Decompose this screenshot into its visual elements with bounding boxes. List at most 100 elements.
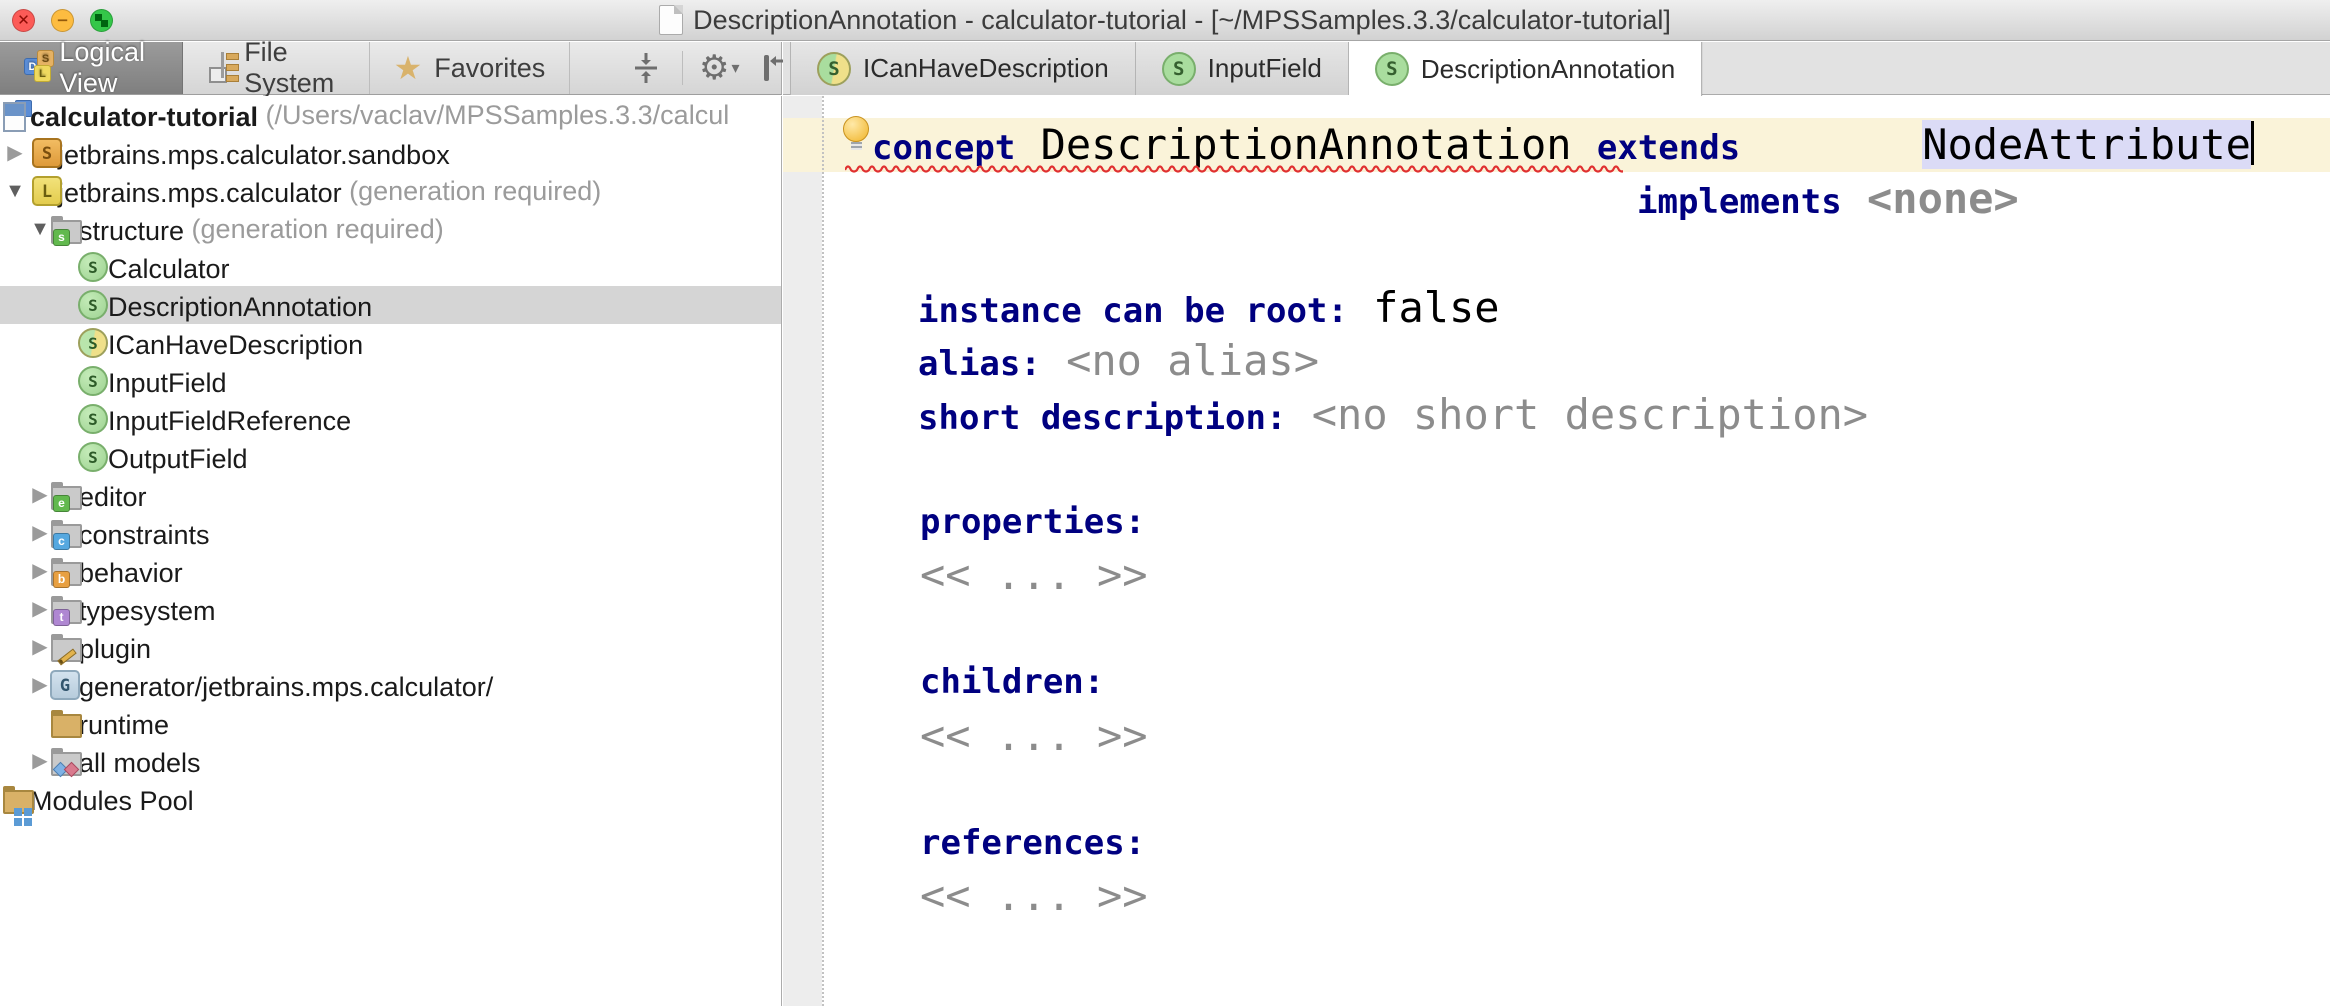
tree-row-inputfield[interactable]: SInputField [0,362,781,400]
editor-line-references[interactable]: references: [920,816,1145,877]
traffic-light-fullscreen[interactable] [90,9,113,32]
tree-row-label: ICanHaveDescription [108,330,363,360]
value-text: false [1348,283,1500,332]
tree-row-calculator[interactable]: SCalculator [0,248,781,286]
editor-tab-label: DescriptionAnnotation [1421,54,1675,85]
tree-row-editor[interactable]: ▶eeditor [0,476,781,514]
gutter-divider [822,96,824,1006]
keyword-text: short description: [918,398,1286,438]
view-tab-label: Favorites [434,53,545,84]
editor-pane[interactable]: concept DescriptionAnnotation extendsNod… [783,96,2330,1006]
toolbar-actions: ⚙ ▾ [624,42,795,94]
placeholder-text: << ... >> [920,871,1148,920]
placeholder-text: << ... >> [920,711,1148,760]
pencil-icon [57,648,76,665]
tree-row-descriptionannotation[interactable]: SDescriptionAnnotation [0,286,781,324]
tree-row-label: jetbrains.mps.calculator.sandbox [58,140,450,170]
window-titlebar: ✕− DescriptionAnnotation - calculator-tu… [0,0,2330,41]
tree-row-label: runtime [79,710,169,740]
folder-structure-icon: s [50,214,80,244]
tree-row-runtime[interactable]: runtime [0,704,781,742]
tree-row-suffix: (generation required) [342,176,602,206]
editor-line-properties[interactable]: properties: [920,495,1145,556]
tree-row-label: Modules Pool [30,786,194,816]
tree-row-typesystem[interactable]: ▶ttypesystem [0,590,781,628]
badge-folder-constraints: c [53,533,70,550]
traffic-light-minimize[interactable]: − [51,9,74,32]
keyword-text: children: [920,662,1104,702]
mps-ide-window: ✕− DescriptionAnnotation - calculator-tu… [0,0,2330,1006]
minimize-icon: − [52,10,73,31]
tree-row-behavior[interactable]: ▶bbehavior [0,552,781,590]
editor-tabstrip: ICanHaveDescription InputField Description… [783,42,2330,95]
tree-row-label: constraints [79,520,210,550]
tree-row-inputfieldreference[interactable]: SInputFieldReference [0,400,781,438]
view-tab-favorites[interactable]: ★ Favorites [370,42,571,94]
placeholder-text: << ... >> [920,550,1148,599]
expand-arrow-icon[interactable]: ▶ [2,134,28,172]
folder-runtime-icon [50,708,80,738]
settings-button[interactable]: ⚙ ▾ [697,48,741,88]
tree-row-jetbrains-mps-calculator-sandbox[interactable]: ▶Sjetbrains.mps.calculator.sandbox [0,134,781,172]
tree-row-plugin[interactable]: ▶plugin [0,628,781,666]
tree-row-label: jetbrains.mps.calculator [58,178,342,208]
editor-line-ph2[interactable]: << ... >> [920,709,1148,773]
badge-folder-typesystem: t [53,609,70,626]
collapse-arrow-icon[interactable]: ▼ [2,172,28,210]
tree-row-label: editor [79,482,147,512]
editor-line-implements[interactable]: implements <none> [1637,172,2019,236]
editor-tab-icanhavedescription[interactable]: ICanHaveDescription [790,42,1136,95]
project-toolbar: DSLLogical ViewFile System ★ Favorites ⚙ ▾ [0,42,782,95]
editor-tab-inputfield[interactable]: InputField [1136,42,1349,95]
badge-folder-editor: e [53,495,70,512]
text-caret [2251,121,2254,165]
modules-grid-icon [14,808,22,816]
concept-icon [1162,52,1196,86]
editor-tab-descriptionannotation[interactable]: DescriptionAnnotation [1349,42,1702,96]
model-diamond [64,762,80,778]
view-tabs: DSLLogical ViewFile System ★ Favorites [0,42,570,94]
tree-row-icanhavedescription[interactable]: SICanHaveDescription [0,324,781,362]
window-title: DescriptionAnnotation - calculator-tutor… [693,5,1671,36]
tree-row-label: behavior [79,558,183,588]
tree-row-calculator-tutorial[interactable]: calculator-tutorial (/Users/vaclav/MPSSa… [0,96,781,134]
tree-row-structure[interactable]: ▼sstructure (generation required) [0,210,781,248]
editor-tab-label: ICanHaveDescription [863,53,1109,84]
lightbulb-intention-icon[interactable] [843,116,869,142]
tree-row-generator-jetbrains-mps-calculator[interactable]: ▶Ggenerator/jetbrains.mps.calculator/ [0,666,781,704]
editor-line-ph3[interactable]: << ... >> [920,869,1148,933]
settings-gear-icon: ⚙ [699,51,729,85]
editor-line-ph1[interactable]: << ... >> [920,548,1148,612]
editor-tab-label: InputField [1208,53,1322,84]
concept-icon: S [78,442,108,472]
tree-row-modules-pool[interactable]: Modules Pool [0,780,781,818]
collapse-all-button[interactable] [624,48,668,88]
tree-row-outputfield[interactable]: SOutputField [0,438,781,476]
folder-editor-icon: e [50,480,80,510]
tree-row-jetbrains-mps-calculator[interactable]: ▼Ljetbrains.mps.calculator (generation r… [0,172,781,210]
modules-pool-icon [2,784,32,814]
view-tab-logical-view[interactable]: DSLLogical View [0,42,183,94]
favorites-icon: ★ [394,50,423,86]
generator-icon: G [50,670,80,700]
close-icon: ✕ [13,10,34,31]
selected-token: NodeAttribute [1922,120,2251,169]
view-tab-file-system[interactable]: File System [183,42,370,94]
tree-row-label: DescriptionAnnotation [108,292,372,322]
tree-row-constraints[interactable]: ▶cconstraints [0,514,781,552]
folder-plugin-icon [50,632,80,662]
tree-row-label: all models [79,748,201,778]
view-tab-label: Logical View [59,37,157,99]
keyword-text: references: [920,823,1145,863]
editor-line-children[interactable]: children: [920,655,1104,716]
keyword-text: instance can be root: [918,291,1348,331]
tree-row-all-models[interactable]: ▶all models [0,742,781,780]
solution-icon: S [32,138,62,168]
tree-row-label: OutputField [108,444,248,474]
editor-line-shortdesc[interactable]: short description: <no short description… [918,388,1868,452]
concept-icon: S [78,366,108,396]
keyword-text: implements [1637,182,1842,222]
tree-row-label: plugin [79,634,151,664]
chevron-down-icon: ▾ [732,58,740,78]
traffic-light-close[interactable]: ✕ [12,9,35,32]
